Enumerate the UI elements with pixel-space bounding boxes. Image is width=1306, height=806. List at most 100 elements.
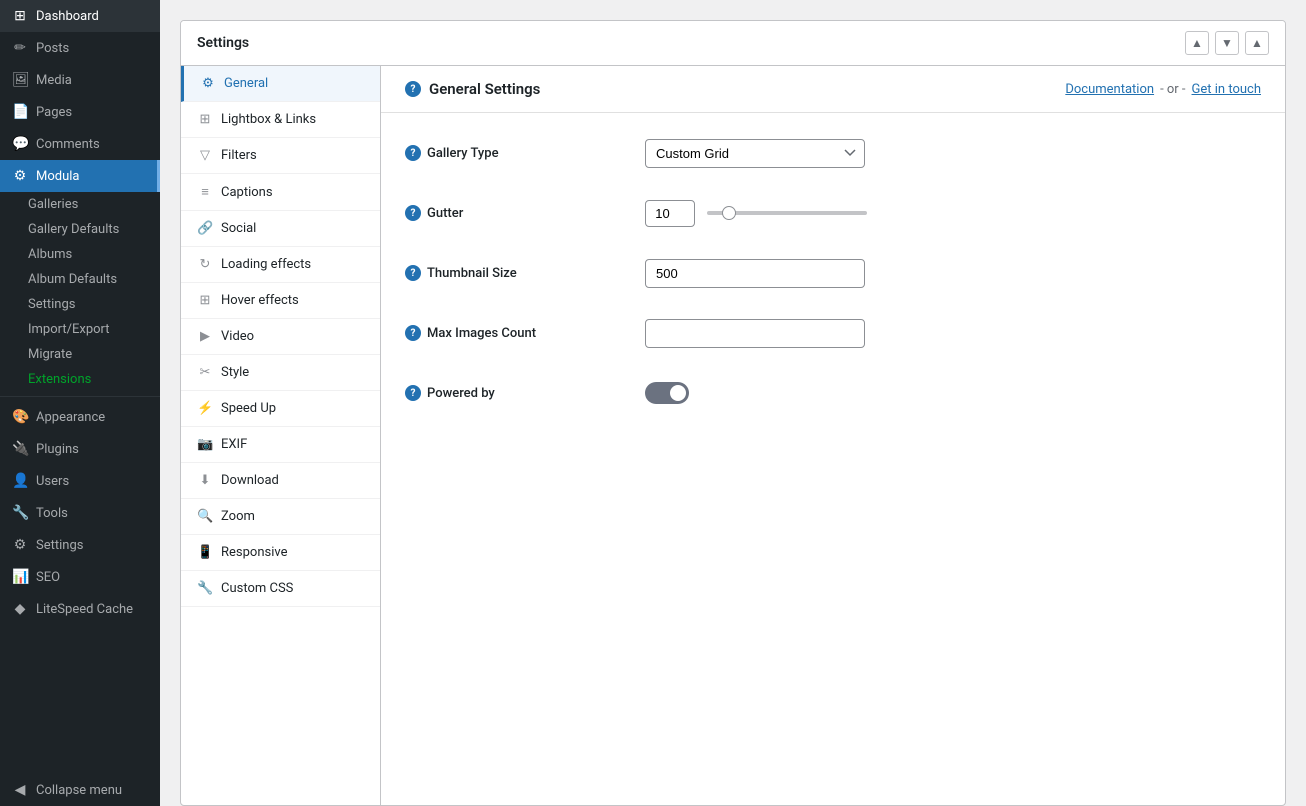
sidebar-item-seo[interactable]: 📊 SEO	[0, 561, 160, 593]
settings-nav: ⚙ General ⊞ Lightbox & Links ▽ Filters ≡…	[181, 66, 381, 806]
general-header-left: ? General Settings	[405, 80, 540, 98]
media-icon: 🖼	[12, 72, 28, 88]
gallery-type-select[interactable]: Custom Grid Masonry Slideshow Grid	[645, 139, 865, 168]
sidebar-sub-import-export[interactable]: Import/Export	[0, 317, 160, 342]
general-help-badge[interactable]: ?	[405, 81, 421, 97]
panel-up-button[interactable]: ▲	[1185, 31, 1209, 55]
nav-item-video[interactable]: ▶ Video	[181, 319, 380, 355]
sidebar-item-dashboard[interactable]: ⊞ Dashboard	[0, 0, 160, 32]
general-settings-title: General Settings	[429, 80, 540, 98]
nav-item-loading-effects[interactable]: ↻ Loading effects	[181, 247, 380, 283]
thumbnail-size-row: ? Thumbnail Size	[405, 253, 1261, 293]
settings-main-icon: ⚙	[12, 537, 28, 553]
sidebar-item-modula[interactable]: ⚙ Modula	[0, 160, 160, 192]
max-images-count-help[interactable]: ?	[405, 325, 421, 341]
sidebar-item-pages[interactable]: 📄 Pages	[0, 96, 160, 128]
tools-icon: 🔧	[12, 505, 28, 521]
modula-icon: ⚙	[12, 168, 28, 184]
powered-by-row: ? Powered by	[405, 373, 1261, 413]
max-images-count-row: ? Max Images Count	[405, 313, 1261, 353]
sidebar-sub-albums[interactable]: Albums	[0, 242, 160, 267]
settings-body: ⚙ General ⊞ Lightbox & Links ▽ Filters ≡…	[181, 66, 1285, 806]
settings-content: ? General Settings Documentation - or - …	[381, 66, 1285, 806]
nav-item-responsive[interactable]: 📱 Responsive	[181, 535, 380, 571]
panel-down-button[interactable]: ▼	[1215, 31, 1239, 55]
download-nav-icon: ⬇	[197, 473, 213, 488]
users-icon: 👤	[12, 473, 28, 489]
dashboard-icon: ⊞	[12, 8, 28, 24]
max-images-count-input[interactable]	[645, 319, 865, 348]
sidebar-item-settings-main[interactable]: ⚙ Settings	[0, 529, 160, 561]
general-settings-header: ? General Settings Documentation - or - …	[381, 66, 1285, 113]
captions-nav-icon: ≡	[197, 184, 213, 200]
social-nav-icon: 🔗	[197, 221, 213, 236]
gutter-row: ? Gutter	[405, 193, 1261, 233]
loading-effects-nav-icon: ↻	[197, 257, 213, 272]
nav-item-hover-effects[interactable]: ⊞ Hover effects	[181, 283, 380, 319]
sidebar-item-comments[interactable]: 💬 Comments	[0, 128, 160, 160]
sidebar-item-media[interactable]: 🖼 Media	[0, 64, 160, 96]
sidebar-item-posts[interactable]: ✏ Posts	[0, 32, 160, 64]
main-content: Settings ▲ ▼ ▲ ⚙ General ⊞ Lightbox & Li…	[160, 0, 1306, 806]
thumbnail-size-input[interactable]	[645, 259, 865, 288]
general-nav-icon: ⚙	[200, 76, 216, 91]
nav-item-download[interactable]: ⬇ Download	[181, 463, 380, 499]
gutter-input[interactable]	[645, 200, 695, 227]
sidebar-item-users[interactable]: 👤 Users	[0, 465, 160, 497]
toggle-thumb	[670, 385, 686, 401]
plugins-icon: 🔌	[12, 441, 28, 457]
sidebar-item-collapse[interactable]: ◀ Collapse menu	[0, 774, 160, 806]
nav-item-general[interactable]: ⚙ General	[181, 66, 380, 102]
sidebar-item-appearance[interactable]: 🎨 Appearance	[0, 401, 160, 433]
documentation-link[interactable]: Documentation	[1065, 82, 1154, 97]
sidebar-item-tools[interactable]: 🔧 Tools	[0, 497, 160, 529]
sidebar-sub-settings[interactable]: Settings	[0, 292, 160, 317]
custom-css-nav-icon: 🔧	[197, 581, 213, 596]
gutter-label: ? Gutter	[405, 205, 645, 221]
max-images-count-label: ? Max Images Count	[405, 325, 645, 341]
gutter-help[interactable]: ?	[405, 205, 421, 221]
or-separator: - or -	[1160, 82, 1185, 97]
nav-item-custom-css[interactable]: 🔧 Custom CSS	[181, 571, 380, 607]
lightbox-nav-icon: ⊞	[197, 112, 213, 127]
responsive-nav-icon: 📱	[197, 545, 213, 560]
nav-item-captions[interactable]: ≡ Captions	[181, 174, 380, 211]
settings-panel-title: Settings	[197, 35, 249, 51]
hover-effects-nav-icon: ⊞	[197, 293, 213, 308]
gutter-slider[interactable]	[707, 211, 867, 215]
sidebar-sub-galleries[interactable]: Galleries	[0, 192, 160, 217]
nav-item-lightbox-links[interactable]: ⊞ Lightbox & Links	[181, 102, 380, 138]
gallery-type-help[interactable]: ?	[405, 145, 421, 161]
gutter-controls	[645, 200, 867, 227]
powered-by-help[interactable]: ?	[405, 385, 421, 401]
nav-item-speed-up[interactable]: ⚡ Speed Up	[181, 391, 380, 427]
settings-panel-header: Settings ▲ ▼ ▲	[181, 21, 1285, 66]
sidebar-sub-extensions[interactable]: Extensions	[0, 367, 160, 392]
collapse-icon: ◀	[12, 782, 28, 798]
speed-up-nav-icon: ⚡	[197, 401, 213, 416]
video-nav-icon: ▶	[197, 329, 213, 344]
filters-nav-icon: ▽	[197, 148, 213, 163]
panel-collapse-button[interactable]: ▲	[1245, 31, 1269, 55]
exif-nav-icon: 📷	[197, 437, 213, 452]
sidebar-sub-gallery-defaults[interactable]: Gallery Defaults	[0, 217, 160, 242]
thumbnail-size-help[interactable]: ?	[405, 265, 421, 281]
sidebar-sub-album-defaults[interactable]: Album Defaults	[0, 267, 160, 292]
powered-by-label: ? Powered by	[405, 385, 645, 401]
zoom-nav-icon: 🔍	[197, 509, 213, 524]
nav-item-filters[interactable]: ▽ Filters	[181, 138, 380, 174]
nav-item-style[interactable]: ✂ Style	[181, 355, 380, 391]
active-indicator	[157, 160, 160, 192]
nav-item-zoom[interactable]: 🔍 Zoom	[181, 499, 380, 535]
thumbnail-size-label: ? Thumbnail Size	[405, 265, 645, 281]
sidebar-sub-migrate[interactable]: Migrate	[0, 342, 160, 367]
gallery-type-row: ? Gallery Type Custom Grid Masonry Slide…	[405, 133, 1261, 173]
powered-by-toggle[interactable]	[645, 382, 689, 404]
sidebar: ⊞ Dashboard ✏ Posts 🖼 Media 📄 Pages 💬 Co…	[0, 0, 160, 806]
nav-item-exif[interactable]: 📷 EXIF	[181, 427, 380, 463]
contact-link[interactable]: Get in touch	[1192, 82, 1261, 97]
nav-item-social[interactable]: 🔗 Social	[181, 211, 380, 247]
sidebar-item-plugins[interactable]: 🔌 Plugins	[0, 433, 160, 465]
seo-icon: 📊	[12, 569, 28, 585]
sidebar-item-litespeed[interactable]: ◆ LiteSpeed Cache	[0, 593, 160, 625]
